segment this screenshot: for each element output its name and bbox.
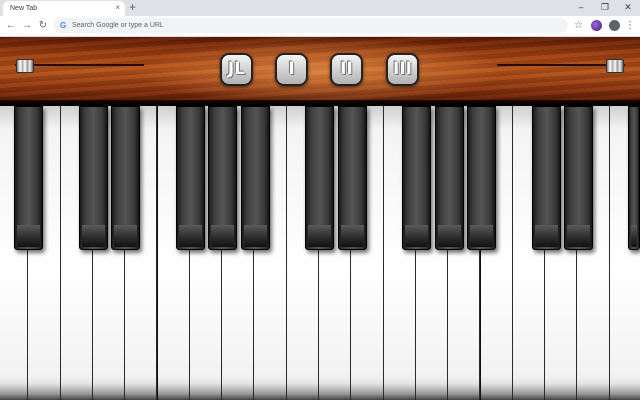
restore-icon[interactable]: ❐	[597, 1, 613, 13]
address-bar[interactable]: G Search Google or type a URL	[54, 18, 568, 33]
black-key[interactable]	[241, 106, 270, 250]
piano-control-panel	[0, 37, 640, 104]
bookmark-star-icon[interactable]: ☆	[574, 19, 583, 32]
mode-button-label: III	[393, 59, 412, 79]
black-key[interactable]	[14, 106, 43, 250]
black-key[interactable]	[435, 106, 464, 250]
tab-close-icon[interactable]: ×	[115, 3, 120, 13]
reload-icon[interactable]: ↻	[37, 19, 49, 32]
black-key[interactable]	[79, 106, 108, 250]
mode-button-both[interactable]: ЈL	[220, 53, 253, 86]
new-tab-button[interactable]: +	[129, 1, 136, 14]
black-key[interactable]	[628, 106, 640, 250]
back-icon[interactable]: ←	[5, 19, 17, 32]
black-key[interactable]	[564, 106, 593, 250]
minimize-icon[interactable]: –	[573, 1, 589, 13]
mode-button-label: ЈL	[227, 59, 246, 79]
black-key[interactable]	[305, 106, 334, 250]
volume-slider-left-track[interactable]	[15, 64, 144, 66]
extension-avatar-icon[interactable]	[591, 20, 602, 31]
mode-button-one[interactable]: I	[275, 53, 308, 86]
volume-slider-left-knob[interactable]	[16, 59, 34, 73]
google-icon: G	[60, 21, 67, 30]
black-key[interactable]	[338, 106, 367, 250]
browser-menu-icon[interactable]: ⋮	[625, 19, 635, 32]
black-key[interactable]	[111, 106, 140, 250]
mode-button-label: II	[340, 59, 353, 79]
volume-slider-right-knob[interactable]	[606, 59, 624, 73]
black-key[interactable]	[176, 106, 205, 250]
black-key[interactable]	[532, 106, 561, 250]
tab-strip: New Tab × + – ❐ ✕	[0, 0, 640, 16]
browser-tab[interactable]: New Tab ×	[3, 1, 125, 16]
black-key[interactable]	[467, 106, 496, 250]
forward-icon[interactable]: →	[21, 19, 33, 32]
mode-button-two[interactable]: II	[330, 53, 363, 86]
mode-button-label: I	[288, 59, 295, 79]
address-placeholder: Search Google or type a URL	[72, 22, 164, 29]
black-key[interactable]	[402, 106, 431, 250]
tab-title: New Tab	[10, 5, 38, 12]
black-key[interactable]	[208, 106, 237, 250]
mode-button-three[interactable]: III	[386, 53, 419, 86]
piano-keyboard	[0, 106, 640, 400]
browser-toolbar: ← → ↻ G Search Google or type a URL ☆ ⋮	[0, 16, 640, 37]
extensions-puzzle-icon[interactable]	[609, 20, 620, 31]
window-close-icon[interactable]: ✕	[620, 1, 636, 13]
